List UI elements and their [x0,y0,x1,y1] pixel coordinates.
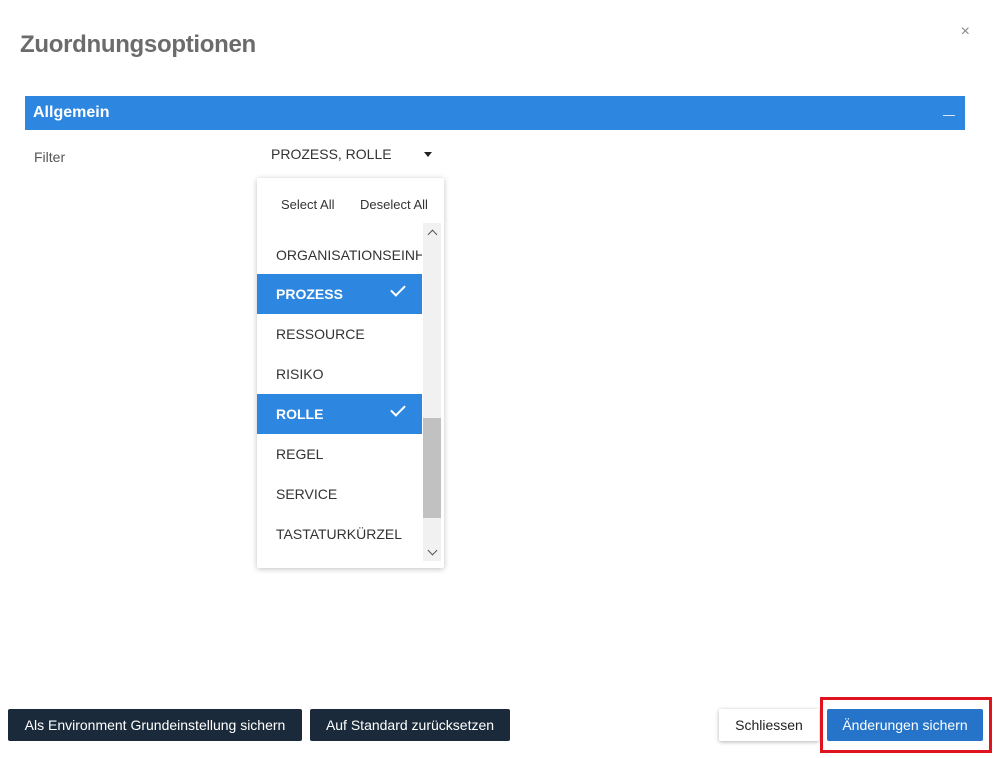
option-label: TASTATURKÜRZEL [276,526,403,542]
minus-icon[interactable] [943,114,955,116]
option-ressource[interactable]: RESSOURCE [257,314,422,354]
option-regel[interactable]: REGEL [257,434,422,474]
option-label: PROZESS [276,286,343,302]
option-label: REGEL [276,446,324,462]
scroll-down-icon[interactable] [423,543,441,561]
close-button[interactable]: Schliessen [719,709,819,741]
option-label: RESSOURCE [276,326,365,342]
filter-selected-value: PROZESS, ROLLE [271,146,392,162]
option-organisationseinheit[interactable]: ORGANISATIONSEINHEIT [257,236,422,274]
option-label: RISIKO [276,366,324,382]
scroll-thumb[interactable] [423,418,441,518]
section-title: Allgemein [33,104,110,121]
select-all-button[interactable]: Select All [281,197,334,212]
deselect-all-button[interactable]: Deselect All [360,197,428,212]
option-prozess[interactable]: PROZESS [257,274,422,314]
option-tastaturkuerzel[interactable]: TASTATURKÜRZEL [257,514,422,554]
section-header-allgemein[interactable]: Allgemein [25,96,965,130]
option-risiko[interactable]: RISIKO [257,354,422,394]
option-rolle[interactable]: ROLLE [257,394,422,434]
checkmark-icon [390,281,406,297]
filter-label: Filter [34,149,66,165]
checkmark-icon [390,401,406,417]
options-list: ORGANISATIONSEINHEIT PROZESS RESSOURCE R… [257,236,422,554]
save-changes-button[interactable]: Änderungen sichern [827,709,983,741]
reset-to-default-button[interactable]: Auf Standard zurücksetzen [310,709,510,741]
option-service[interactable]: SERVICE [257,474,422,514]
option-label: ORGANISATIONSEINHEIT [276,247,422,263]
save-as-environment-default-button[interactable]: Als Environment Grundeinstellung sichern [8,709,302,741]
dialog-title: Zuordnungsoptionen [20,31,256,58]
option-label: SERVICE [276,486,338,502]
scroll-up-icon[interactable] [423,223,441,241]
dropdown-actions: Select All Deselect All [257,178,444,230]
option-label: ROLLE [276,406,324,422]
caret-down-icon [424,152,432,157]
filter-options-panel: Select All Deselect All ORGANISATIONSEIN… [257,178,444,568]
options-scrollbar[interactable] [423,223,441,561]
filter-dropdown[interactable]: PROZESS, ROLLE [262,139,442,169]
close-icon[interactable]: × [961,24,970,40]
